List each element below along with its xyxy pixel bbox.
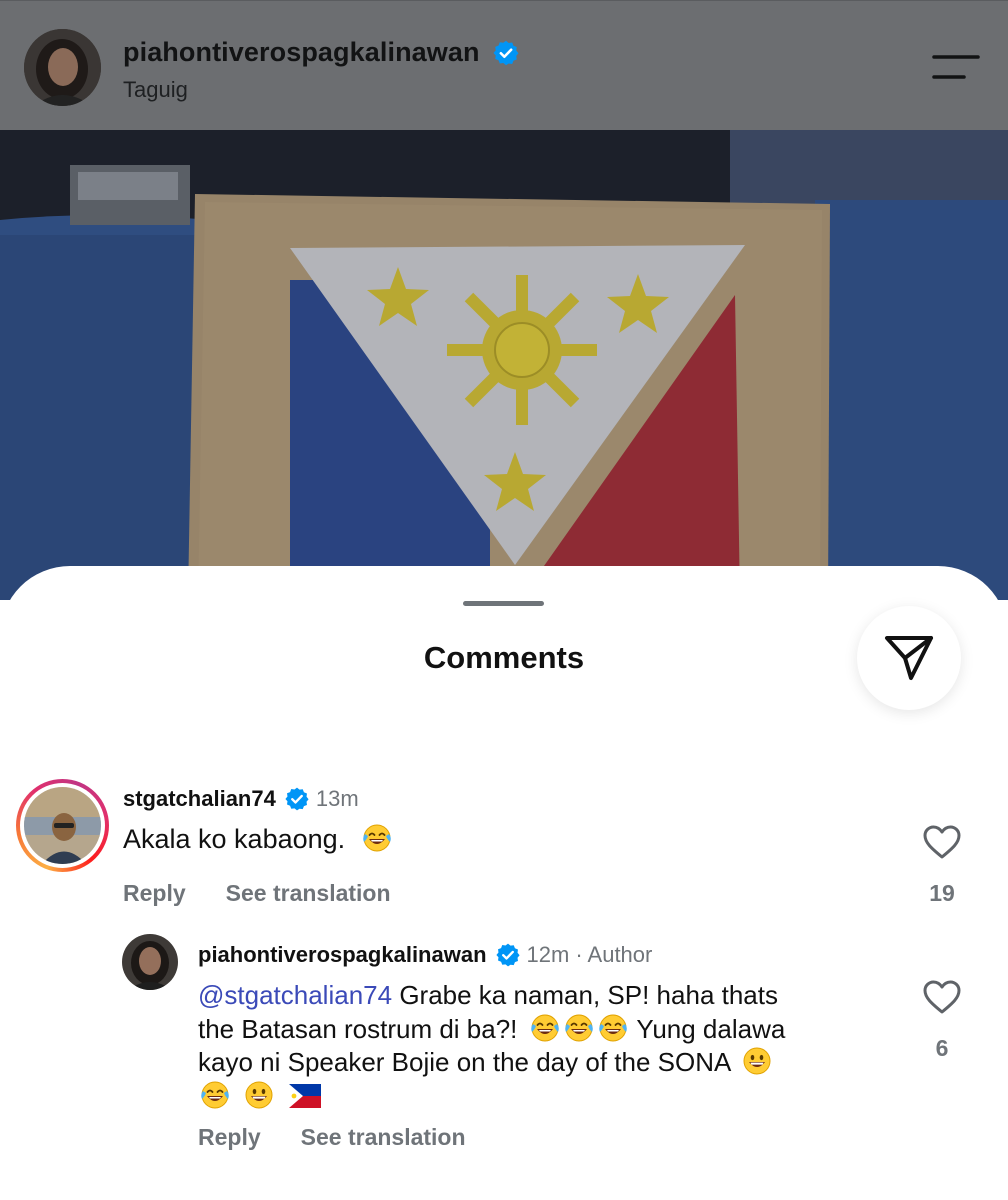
heart-icon[interactable] [922, 979, 962, 1015]
like-count: 19 [929, 880, 955, 906]
face-with-tears-of-joy-icon [361, 822, 393, 854]
like-count: 6 [935, 1035, 949, 1061]
comment-text: Akala ko kabaong. [123, 822, 394, 855]
comment-actions: Reply See translation [123, 880, 391, 907]
reply-text-line: kayo ni Speaker Bojie on the day of the … [198, 1047, 730, 1077]
reply-button[interactable]: Reply [123, 880, 186, 907]
send-paper-plane-icon [885, 636, 933, 680]
avatar[interactable] [122, 934, 178, 990]
comment-username[interactable]: stgatchalian74 [123, 786, 276, 812]
comment-time: 12m [526, 942, 570, 967]
reply-header: piahontiverospagkalinawan 12m · Author [198, 942, 652, 968]
heart-icon[interactable] [922, 824, 962, 860]
post-photo [0, 130, 1008, 600]
comment-time: 13m [315, 786, 359, 811]
face-with-tears-of-joy-icon [563, 1012, 595, 1044]
post-location[interactable]: Taguig [123, 77, 188, 103]
sheet-drag-handle[interactable] [463, 601, 544, 606]
face-with-tears-of-joy-icon [199, 1079, 231, 1111]
author-badge: · Author [575, 942, 653, 967]
mention-link[interactable]: @stgatchalian74 [198, 980, 392, 1010]
reply-text-line: Grabe ka naman, SP! haha thats [399, 980, 778, 1010]
hamburger-menu-icon[interactable] [928, 51, 980, 83]
reply-text-line: Yung dalawa [636, 1013, 786, 1044]
avatar [24, 787, 101, 864]
see-translation-button[interactable]: See translation [226, 880, 391, 907]
philippines-flag-icon [289, 1083, 322, 1108]
grinning-face-icon [741, 1045, 773, 1077]
comment-text-body: Akala ko kabaong. [123, 824, 346, 854]
post-author-avatar[interactable] [24, 29, 101, 106]
face-with-tears-of-joy-icon [529, 1012, 561, 1044]
reply-button[interactable]: Reply [198, 1124, 261, 1151]
comment-username[interactable]: piahontiverospagkalinawan [198, 942, 487, 968]
grinning-face-icon [243, 1079, 275, 1111]
post-author-username[interactable]: piahontiverospagkalinawan [123, 37, 480, 68]
reply-text: @stgatchalian74 Grabe ka naman, SP! haha… [198, 979, 878, 1112]
reply-actions: Reply See translation [198, 1124, 466, 1151]
face-with-tears-of-joy-icon [597, 1012, 629, 1044]
share-button[interactable] [857, 606, 961, 710]
verified-badge-icon [495, 942, 521, 968]
commenter-avatar-story-ring[interactable] [16, 779, 109, 872]
comment-header: stgatchalian74 13m [123, 786, 359, 812]
see-translation-button[interactable]: See translation [301, 1124, 466, 1151]
comments-sheet: Comments stgatchalian74 13m Akala ko kab… [0, 566, 1008, 1200]
verified-badge-icon [492, 39, 520, 67]
reply-text-line: the Batasan rostrum di ba?! [198, 1013, 518, 1044]
verified-badge-icon [284, 786, 310, 812]
post-header: piahontiverospagkalinawan Taguig [0, 0, 1008, 130]
